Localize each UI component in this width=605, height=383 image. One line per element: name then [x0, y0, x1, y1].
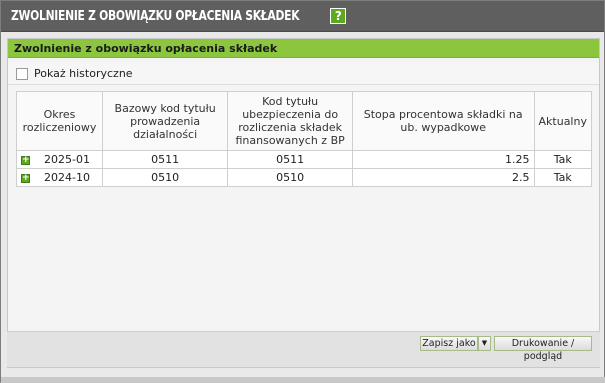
print-preview-button[interactable]: Drukowanie / podgląd [494, 336, 592, 362]
exemption-table: Okres rozliczeniowy Bazowy kod tytułu pr… [16, 91, 592, 187]
period-value: 2025-01 [44, 153, 90, 166]
show-history-row[interactable]: Pokaż historyczne [8, 63, 599, 85]
panel-header: Zwolnienie z obowiązku opłacenia składek [8, 39, 599, 58]
period-cell: +2025-01 [16, 150, 103, 169]
current-cell: Tak [533, 150, 592, 169]
period-cell: +2024-10 [16, 168, 103, 187]
column-header-current[interactable]: Aktualny [533, 91, 592, 151]
insurance-code-cell: 0511 [227, 150, 353, 169]
table-header-row: Okres rozliczeniowy Bazowy kod tytułu pr… [16, 91, 592, 151]
table-row[interactable]: +2025-01 0511 0511 1.25 Tak [16, 150, 592, 169]
column-header-base-code[interactable]: Bazowy kod tytułu prowadzenia działalnoś… [101, 91, 229, 151]
base-code-cell: 0510 [101, 168, 229, 187]
column-header-insurance-code[interactable]: Kod tytułu ubezpieczenia do rozliczenia … [227, 91, 353, 151]
show-history-label: Pokaż historyczne [34, 67, 133, 80]
save-as-button[interactable]: Zapisz jako [420, 336, 478, 351]
help-icon[interactable]: ? [330, 8, 347, 24]
column-header-rate[interactable]: Stopa procentowa składki na ub. wypadkow… [351, 91, 535, 151]
exemption-table-wrap: Okres rozliczeniowy Bazowy kod tytułu pr… [16, 91, 592, 187]
footer-toolbar: Zapisz jako ▼ Drukowanie / podgląd [7, 331, 600, 367]
table-row[interactable]: +2024-10 0510 0510 2.5 Tak [16, 168, 592, 187]
save-as-dropdown-icon[interactable]: ▼ [478, 336, 491, 351]
insurance-code-cell: 0510 [227, 168, 353, 187]
period-value: 2024-10 [44, 171, 90, 184]
rate-cell: 2.5 [351, 168, 535, 187]
dialog-window: ZWOLNIENIE Z OBOWIĄZKU OPŁACENIA SKŁADEK… [0, 0, 605, 383]
current-cell: Tak [533, 168, 592, 187]
column-header-period[interactable]: Okres rozliczeniowy [16, 91, 103, 151]
content-panel: Zwolnienie z obowiązku opłacenia składek… [7, 38, 600, 368]
titlebar: ZWOLNIENIE Z OBOWIĄZKU OPŁACENIA SKŁADEK… [1, 1, 604, 32]
bottom-border [1, 377, 605, 383]
window-title: ZWOLNIENIE Z OBOWIĄZKU OPŁACENIA SKŁADEK [11, 8, 300, 24]
expand-icon[interactable]: + [21, 173, 30, 183]
base-code-cell: 0511 [101, 150, 229, 169]
show-history-checkbox[interactable] [16, 67, 28, 80]
rate-cell: 1.25 [351, 150, 535, 169]
expand-icon[interactable]: + [21, 155, 30, 165]
